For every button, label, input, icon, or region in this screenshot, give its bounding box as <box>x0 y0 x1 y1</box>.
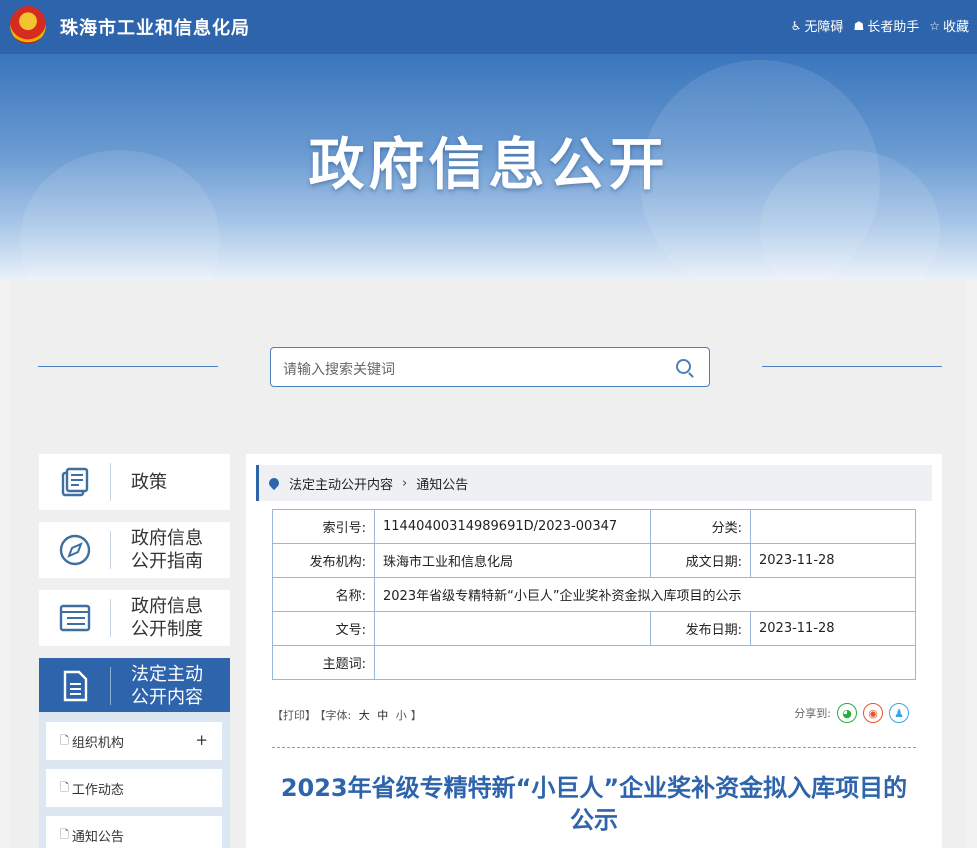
subnav-item-notices[interactable]: 🗋 通知公告 <box>46 816 222 848</box>
list-icon <box>39 590 111 646</box>
table-row: 名称: 2023年省级专精特新“小巨人”企业奖补资金拟入库项目的公示 <box>272 577 916 612</box>
subnav-item-work-news[interactable]: 🗋 工作动态 <box>46 769 222 807</box>
divider <box>272 747 916 748</box>
document-meta-table: 索引号: 11440400314989691D/2023-00347 分类: 发… <box>272 509 916 680</box>
table-row: 主题词: <box>272 645 916 680</box>
doc-icon: 🗋 <box>60 827 69 841</box>
meta-label: 发布日期: <box>650 611 751 646</box>
top-links: ♿ 无障碍 ☗ 长者助手 ☆ 收藏 <box>790 16 969 36</box>
favorite-link[interactable]: ☆ 收藏 <box>929 16 969 36</box>
font-large-button[interactable]: 大 <box>359 709 370 722</box>
meta-label: 分类: <box>650 509 751 544</box>
search-divider-left <box>38 366 218 367</box>
meta-value: 2023-11-28 <box>750 543 916 578</box>
national-emblem-icon[interactable] <box>10 6 46 44</box>
sidebar-item-policy[interactable]: 政策 <box>39 454 230 510</box>
table-row: 发布机构: 珠海市工业和信息化局 成文日期: 2023-11-28 <box>272 543 916 578</box>
meta-value: 珠海市工业和信息化局 <box>374 543 651 578</box>
star-icon: ☆ <box>929 18 940 33</box>
subnav-item-organization[interactable]: 🗋 组织机构 + <box>46 722 222 760</box>
elder-helper-icon: ☗ <box>853 18 865 33</box>
accessibility-icon: ♿ <box>790 18 802 33</box>
expand-icon[interactable]: + <box>195 731 208 749</box>
font-size-label: 【字体: <box>320 709 352 722</box>
chevron-right-icon: › <box>402 475 408 491</box>
meta-label: 文号: <box>272 611 375 646</box>
sidebar-item-guide[interactable]: 政府信息公开指南 <box>39 522 230 578</box>
font-size-label-end: 】 <box>410 709 422 722</box>
accessibility-link[interactable]: ♿ 无障碍 <box>790 16 844 36</box>
doc-icon: 🗋 <box>60 780 69 794</box>
breadcrumb-item[interactable]: 通知公告 <box>416 474 468 493</box>
table-row: 文号: 发布日期: 2023-11-28 <box>272 611 916 646</box>
meta-value: 11440400314989691D/2023-00347 <box>374 509 651 544</box>
share-bar: 分享到: ◕ ◉ ♟ <box>794 703 909 723</box>
meta-value: 2023-11-28 <box>750 611 916 646</box>
font-medium-button[interactable]: 中 <box>377 709 388 722</box>
location-pin-icon <box>266 475 282 491</box>
wechat-share-icon[interactable]: ◕ <box>837 703 857 723</box>
qq-share-icon[interactable]: ♟ <box>889 703 909 723</box>
font-small-button[interactable]: 小 <box>396 709 407 722</box>
search-divider-right <box>762 366 942 367</box>
table-row: 索引号: 11440400314989691D/2023-00347 分类: <box>272 509 916 544</box>
search-input[interactable]: 请输入搜索关键词 <box>270 347 710 387</box>
meta-label: 索引号: <box>272 509 375 544</box>
search-icon[interactable] <box>676 359 691 374</box>
doc-icon: 🗋 <box>60 733 69 747</box>
sidebar-item-label: 政府信息公开指南 <box>131 528 203 572</box>
article-title: 2023年省级专精特新“小巨人”企业奖补资金拟入库项目的公示 <box>280 774 908 834</box>
document-icon <box>39 658 111 714</box>
sidebar-item-label: 政府信息公开制度 <box>131 596 203 640</box>
sidebar-item-active-content[interactable]: 法定主动公开内容 <box>39 658 230 714</box>
policy-book-icon <box>39 454 111 510</box>
article-tools: 【打印】 【字体: 大 中 小】 <box>272 707 426 723</box>
sidebar-item-label: 政策 <box>131 471 167 493</box>
meta-label: 名称: <box>272 577 375 612</box>
meta-label: 发布机构: <box>272 543 375 578</box>
site-title[interactable]: 珠海市工业和信息化局 <box>60 14 250 40</box>
weibo-share-icon[interactable]: ◉ <box>863 703 883 723</box>
sidebar-item-system[interactable]: 政府信息公开制度 <box>39 590 230 646</box>
compass-icon <box>39 522 111 578</box>
meta-label: 成文日期: <box>650 543 751 578</box>
print-button[interactable]: 【打印】 <box>272 709 316 722</box>
meta-value <box>374 611 651 646</box>
share-label: 分享到: <box>794 707 831 720</box>
meta-value: 2023年省级专精特新“小巨人”企业奖补资金拟入库项目的公示 <box>374 577 916 612</box>
search-placeholder: 请输入搜索关键词 <box>283 362 395 378</box>
sidebar-item-label: 法定主动公开内容 <box>131 664 203 708</box>
meta-value <box>750 509 916 544</box>
breadcrumb-item[interactable]: 法定主动公开内容 <box>289 474 393 493</box>
elder-helper-link[interactable]: ☗ 长者助手 <box>853 16 919 36</box>
header-banner: 珠海市工业和信息化局 ♿ 无障碍 ☗ 长者助手 ☆ 收藏 政府信息公开 <box>0 0 977 280</box>
banner-title: 政府信息公开 <box>308 133 669 198</box>
meta-value <box>374 645 916 680</box>
meta-label: 主题词: <box>272 645 375 680</box>
breadcrumb: 法定主动公开内容 › 通知公告 <box>256 465 932 501</box>
